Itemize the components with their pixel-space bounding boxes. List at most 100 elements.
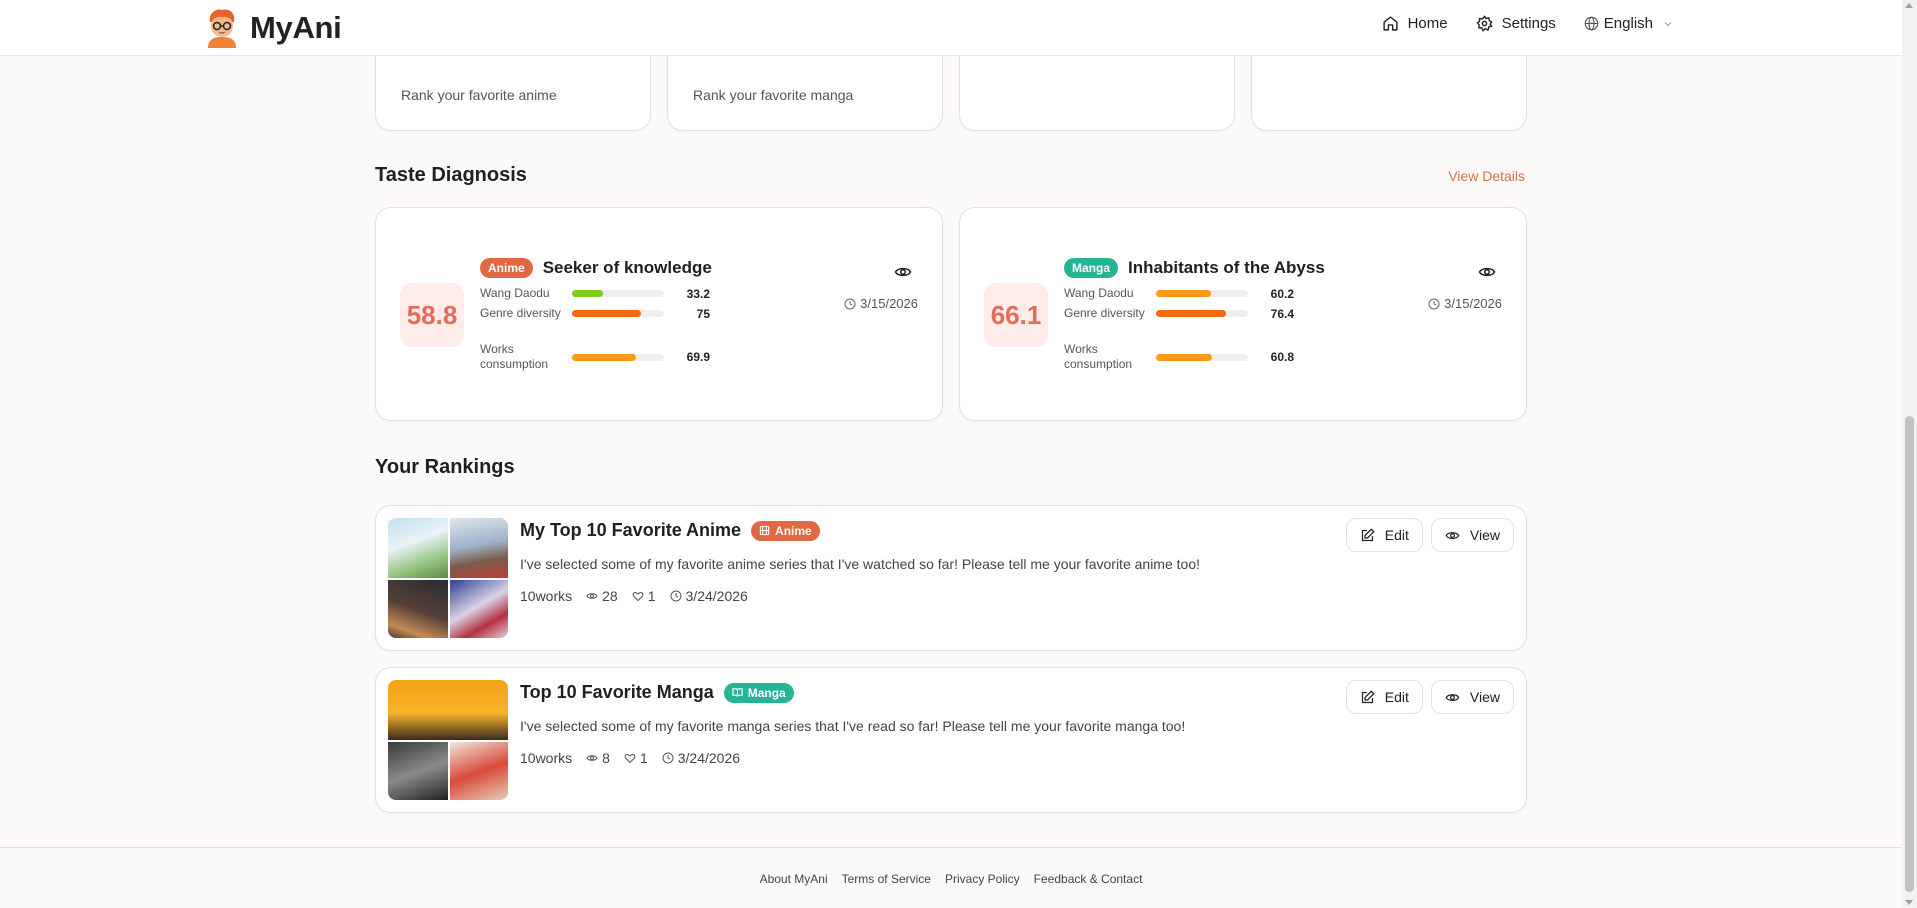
edit-icon: [1361, 527, 1375, 541]
metric-bar-fill: [1156, 310, 1227, 317]
clock-icon: [844, 298, 856, 309]
metric-bar: [572, 310, 664, 317]
scroll-down-arrow[interactable]: [1905, 900, 1913, 905]
metric-row: Genre diversity 76.4: [1064, 306, 1294, 321]
badge-label: Anime: [775, 523, 812, 538]
metric-value: 69.9: [686, 350, 710, 364]
updated-date: 3/24/2026: [662, 750, 740, 766]
language-select[interactable]: English: [1584, 15, 1674, 32]
taste-head: Manga Inhabitants of the Abyss: [1064, 258, 1325, 278]
likes-value: 1: [647, 588, 656, 604]
top-nav: Home Settings English: [1382, 15, 1674, 32]
page-scrollbar[interactable]: [1902, 0, 1917, 908]
ranking-meta: 10works 8 1 3/24/2026: [520, 750, 740, 766]
taste-card-anime[interactable]: 58.8 Anime Seeker of knowledge Wang Daod…: [375, 207, 943, 421]
edit-button[interactable]: Edit: [1345, 518, 1423, 552]
ranking-title[interactable]: My Top 10 Favorite Anime: [520, 520, 741, 541]
metric-bar-fill: [572, 353, 637, 361]
nav-settings[interactable]: Settings: [1475, 15, 1556, 32]
metric-label: Works consumption: [1064, 342, 1133, 371]
eye-icon[interactable]: [1478, 263, 1496, 281]
footer-link-terms[interactable]: Terms of Service: [842, 872, 931, 886]
view-label: View: [1469, 527, 1500, 543]
nav-home[interactable]: Home: [1382, 15, 1448, 32]
views-value: 8: [602, 750, 610, 766]
view-details-link[interactable]: View Details: [1448, 168, 1525, 184]
metric-label: Genre diversity: [480, 306, 561, 320]
ranking-card-manga[interactable]: Top 10 Favorite Manga Manga I've selecte…: [375, 667, 1527, 813]
nav-home-label: Home: [1407, 15, 1448, 32]
date-value: 3/24/2026: [685, 588, 748, 604]
globe-icon: [1584, 16, 1599, 31]
cover-image: [388, 742, 448, 800]
ranking-cover-grid: [388, 680, 508, 800]
cover-image: [388, 680, 508, 740]
eye-icon: [1445, 693, 1460, 701]
footer-link-feedback[interactable]: Feedback & Contact: [1034, 872, 1143, 886]
cover-image: [450, 518, 508, 578]
ranking-title[interactable]: Top 10 Favorite Manga: [520, 682, 714, 703]
nav-settings-label: Settings: [1501, 15, 1556, 32]
metric-label: Genre diversity: [1064, 306, 1145, 320]
eye-icon: [1445, 531, 1460, 539]
scroll-up-arrow[interactable]: [1905, 3, 1913, 8]
metric-value: 60.8: [1270, 350, 1294, 364]
book-icon: [732, 688, 743, 697]
view-button[interactable]: View: [1430, 518, 1514, 552]
metric-bar-fill: [572, 310, 641, 317]
view-label: View: [1469, 689, 1500, 705]
scroll-thumb[interactable]: [1905, 416, 1914, 892]
your-rankings-heading: Your Rankings: [375, 456, 515, 478]
taste-head: Anime Seeker of knowledge: [480, 258, 712, 278]
ranking-actions: Edit View: [1345, 518, 1514, 552]
ranking-actions: Edit View: [1345, 680, 1514, 714]
views-count: 28: [586, 588, 618, 604]
metric-value: 60.2: [1270, 286, 1294, 301]
works-count: 10works: [520, 750, 573, 766]
anime-badge: Anime: [480, 258, 533, 278]
language-label: English: [1603, 15, 1653, 32]
taste-type-title: Inhabitants of the Abyss: [1128, 258, 1325, 277]
ranking-card-anime[interactable]: My Top 10 Favorite Anime Anime I've sele…: [375, 505, 1527, 651]
edit-label: Edit: [1384, 527, 1409, 543]
clock-icon: [662, 752, 674, 764]
date-value: 3/24/2026: [677, 750, 741, 766]
badge-label: Manga: [747, 685, 786, 700]
taste-date: 3/15/2026: [1428, 296, 1502, 311]
ranking-title-row: My Top 10 Favorite Anime Anime: [520, 520, 820, 541]
metric-label: Wang Daodu: [1064, 286, 1134, 300]
heart-icon: [624, 753, 636, 764]
film-icon: [759, 525, 770, 536]
metric-bar: [1156, 310, 1248, 317]
eye-icon[interactable]: [894, 263, 912, 281]
chevron-down-icon: [1664, 21, 1672, 26]
views-count: 8: [586, 750, 610, 766]
manga-badge: Manga: [723, 682, 794, 703]
eye-icon: [586, 755, 598, 761]
metric-row: Genre diversity 75: [480, 306, 710, 321]
likes-count: 1: [632, 588, 656, 604]
likes-value: 1: [639, 750, 648, 766]
brand-name: MyAni: [250, 10, 342, 45]
footer-link-privacy[interactable]: Privacy Policy: [945, 872, 1020, 886]
ranking-title-row: Top 10 Favorite Manga Manga: [520, 682, 794, 703]
metric-value: 33.2: [686, 286, 710, 301]
taste-card-manga[interactable]: 66.1 Manga Inhabitants of the Abyss Wang…: [959, 207, 1527, 421]
brand[interactable]: MyAni: [204, 8, 342, 48]
gear-icon: [1475, 15, 1493, 32]
clock-icon: [1428, 298, 1440, 309]
works-count: 10works: [520, 588, 573, 604]
metric-row: Works consumption 60.8: [1064, 342, 1294, 372]
metric-value: 76.4: [1270, 306, 1294, 321]
cover-image: [450, 580, 508, 638]
cover-image: [388, 580, 448, 638]
taste-score: 66.1: [984, 283, 1048, 347]
taste-score: 58.8: [400, 283, 464, 347]
metric-label: Works consumption: [480, 342, 549, 371]
home-icon: [1382, 16, 1398, 31]
footer-link-about[interactable]: About MyAni: [760, 872, 828, 886]
taste-date: 3/15/2026: [844, 296, 918, 311]
view-button[interactable]: View: [1430, 680, 1514, 714]
metric-bar-fill: [1156, 290, 1212, 297]
edit-button[interactable]: Edit: [1345, 680, 1423, 714]
